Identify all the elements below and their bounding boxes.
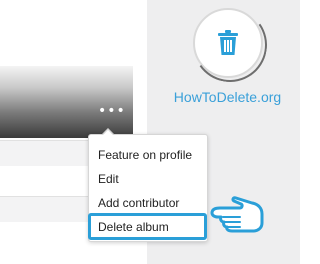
brand-name: HowToDelete.org — [173, 89, 282, 105]
menu-caret-fill — [102, 130, 114, 136]
more-options-button[interactable]: ••• — [98, 104, 125, 120]
hand-pointer-icon — [210, 196, 264, 233]
menu-item-feature-on-profile[interactable]: Feature on profile — [98, 146, 212, 164]
menu-item-add-contributor[interactable]: Add contributor — [98, 194, 212, 212]
menu-item-edit[interactable]: Edit — [98, 170, 212, 188]
delete-album-highlight — [88, 213, 207, 240]
trash-icon — [218, 30, 238, 55]
